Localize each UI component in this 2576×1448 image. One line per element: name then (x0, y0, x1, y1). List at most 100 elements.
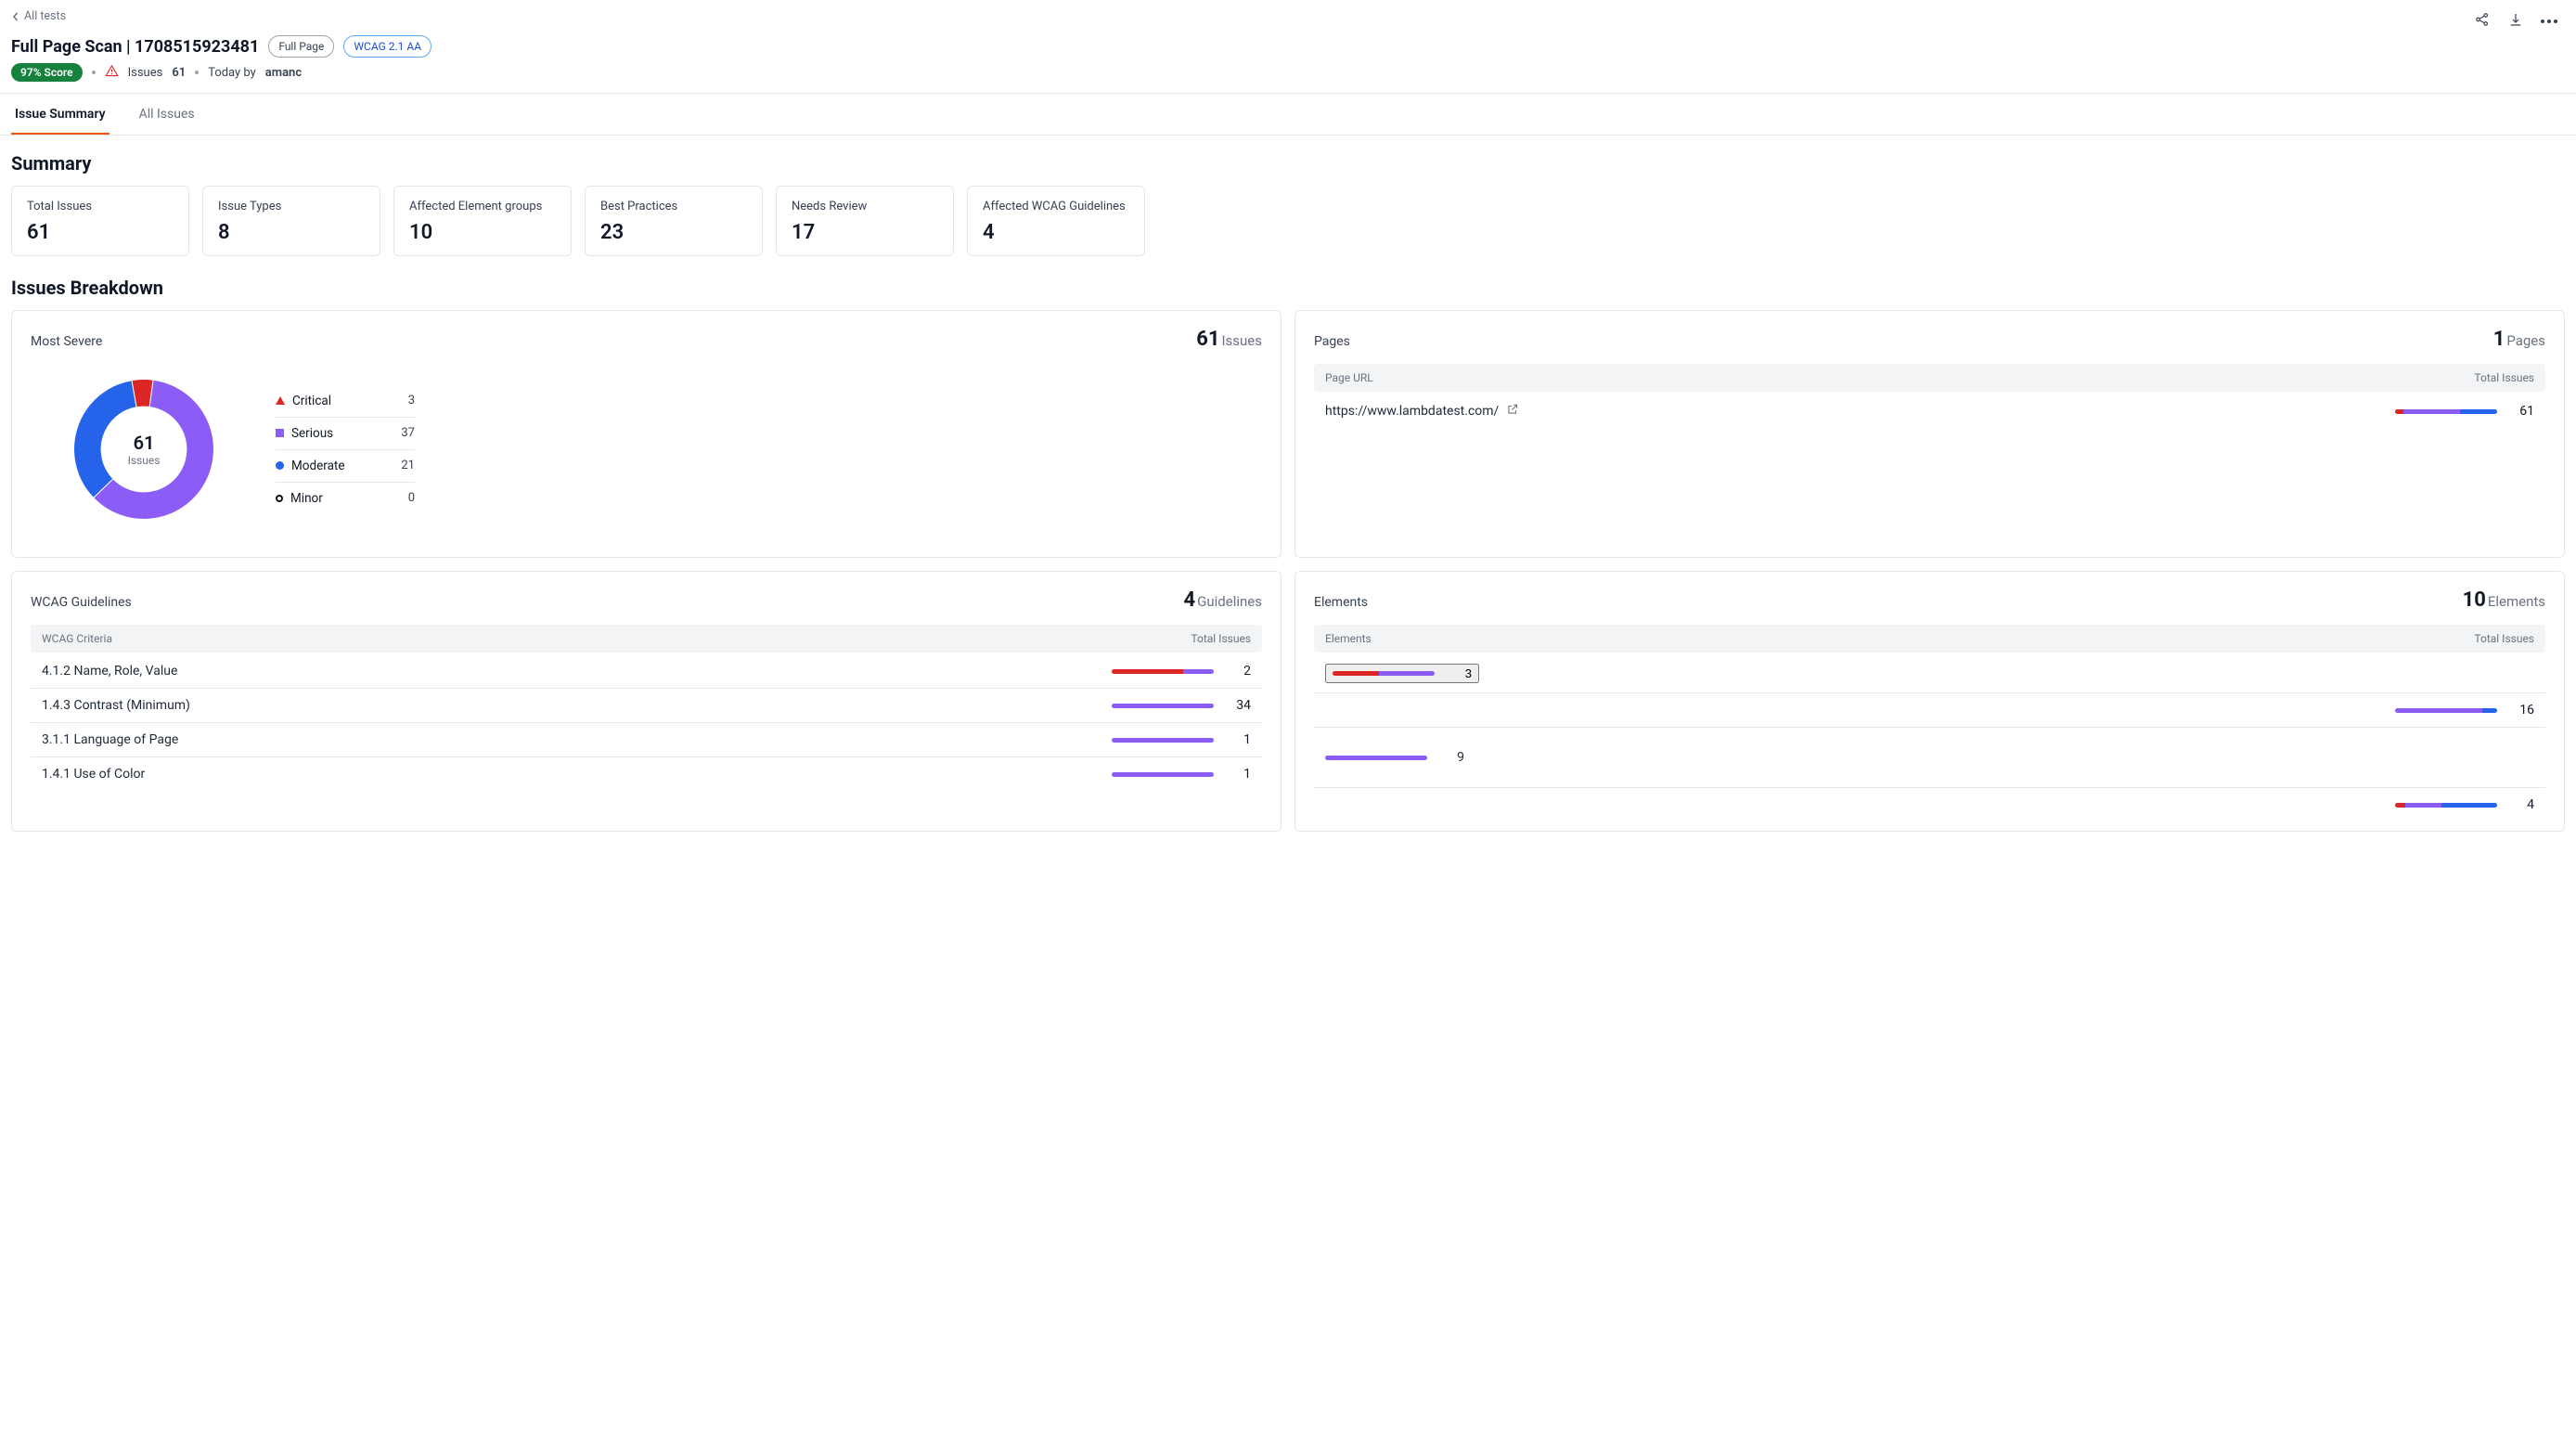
severity-bar (1112, 738, 1214, 743)
stat-label: Best Practices (600, 200, 747, 213)
separator-dot (195, 71, 199, 74)
meta-user: amanc (265, 66, 302, 80)
severity-bar (2395, 803, 2497, 808)
table-row[interactable]: 1.4.3 Contrast (Minimum) 34 (31, 689, 1262, 723)
panel-count: 61Issues (1196, 328, 1262, 351)
severity-legend: Critical 3 Serious 37 Moderate 21 Mino (276, 385, 415, 514)
legend-critical[interactable]: Critical 3 (276, 385, 415, 418)
meta-time-by: Today by (208, 66, 256, 80)
row-total: 2 (1227, 664, 1251, 679)
table-row[interactable]: 9 (1314, 728, 2545, 788)
row-total: 1 (1227, 732, 1251, 747)
element-name: 9 (1325, 737, 1464, 778)
tag-full-page: Full Page (268, 35, 334, 58)
panel-wcag-guidelines: WCAG Guidelines 4Guidelines WCAG Criteri… (11, 571, 1282, 832)
panel-count: 10Elements (2463, 588, 2545, 612)
stat-label: Issue Types (218, 200, 365, 213)
legend-serious[interactable]: Serious 37 (276, 418, 415, 450)
severity-bar (1112, 669, 1214, 674)
table-row[interactable]: 4.1.2 Name, Role, Value 2 (31, 654, 1262, 689)
col-page-url: Page URL (1325, 371, 1373, 384)
table-row[interactable]: 16 (1314, 693, 2545, 728)
wcag-criterion: 3.1.1 Language of Page (42, 732, 178, 747)
col-wcag-criteria: WCAG Criteria (42, 632, 112, 645)
severity-bar (2395, 409, 2497, 414)
legend-moderate[interactable]: Moderate 21 (276, 450, 415, 483)
chevron-left-icon (11, 12, 20, 21)
stat-value: 4 (983, 221, 1129, 244)
severity-bar (1333, 671, 1435, 676)
row-total: 4 (2510, 797, 2534, 812)
stat-label: Needs Review (792, 200, 938, 213)
meta-issues-count: 61 (172, 66, 186, 80)
ring-icon (276, 495, 283, 502)
back-label: All tests (24, 9, 66, 23)
panel-title: Elements (1314, 595, 1368, 610)
panel-pages: Pages 1Pages Page URL Total Issues https… (1294, 310, 2565, 558)
row-total: 1 (1227, 767, 1251, 782)
stat-card: Total Issues 61 (11, 186, 189, 256)
stat-value: 61 (27, 221, 174, 244)
table-row[interactable]: https://www.lambdatest.com/ 61 (1314, 394, 2545, 429)
table-row[interactable]: 3.1.1 Language of Page 1 (31, 723, 1262, 757)
more-menu-icon[interactable] (2541, 19, 2557, 23)
stat-card: Issue Types 8 (202, 186, 380, 256)
separator-dot (92, 71, 96, 74)
stat-value: 10 (409, 221, 556, 244)
row-total: 34 (1227, 698, 1251, 713)
panel-count: 4Guidelines (1184, 588, 1262, 612)
severity-bar (1112, 704, 1214, 708)
section-breakdown-title: Issues Breakdown (11, 277, 2565, 299)
donut-center-value: 61 (134, 432, 155, 454)
col-total-issues: Total Issues (2474, 371, 2534, 384)
table-row[interactable]: 3 (1314, 654, 2545, 693)
download-icon[interactable] (2507, 11, 2524, 32)
row-total: 3 (1448, 666, 1472, 680)
stat-card: Affected WCAG Guidelines 4 (967, 186, 1145, 256)
page-title: Full Page Scan | 1708515923481 (11, 37, 259, 57)
tab-issue-summary[interactable]: Issue Summary (11, 94, 109, 135)
stat-value: 23 (600, 221, 747, 244)
stat-label: Affected WCAG Guidelines (983, 200, 1129, 213)
panel-title: Most Severe (31, 334, 102, 349)
wcag-criterion: 4.1.2 Name, Role, Value (42, 664, 177, 679)
stat-card: Best Practices 23 (585, 186, 763, 256)
table-row[interactable]: 4 (1314, 788, 2545, 821)
stat-card: Needs Review 17 (776, 186, 954, 256)
panel-title: WCAG Guidelines (31, 595, 132, 610)
summary-cards-row: Total Issues 61Issue Types 8Affected Ele… (11, 186, 2565, 256)
warning-icon (105, 64, 119, 82)
severity-bar (1325, 756, 1427, 760)
legend-minor[interactable]: Minor 0 (276, 483, 415, 514)
triangle-icon (276, 396, 285, 405)
tag-wcag-level: WCAG 2.1 AA (343, 35, 431, 58)
tabs: Issue Summary All Issues (0, 94, 2576, 136)
wcag-criterion: 1.4.1 Use of Color (42, 767, 145, 782)
score-badge: 97% Score (11, 63, 83, 82)
stat-label: Total Issues (27, 200, 174, 213)
circle-icon (276, 461, 284, 470)
stat-label: Affected Element groups (409, 200, 556, 213)
panel-title: Pages (1314, 334, 1350, 349)
page-url: https://www.lambdatest.com/ (1325, 404, 1499, 419)
wcag-criterion: 1.4.3 Contrast (Minimum) (42, 698, 190, 713)
row-total: 16 (2510, 703, 2534, 718)
stat-value: 17 (792, 221, 938, 244)
panel-count: 1Pages (2493, 328, 2545, 351)
section-summary-title: Summary (11, 152, 2565, 175)
col-elements: Elements (1325, 632, 1372, 645)
external-link-icon[interactable] (1506, 403, 1519, 420)
table-row[interactable]: 1.4.1 Use of Color 1 (31, 757, 1262, 791)
severity-donut-chart: 61 Issues (68, 373, 220, 525)
stat-value: 8 (218, 221, 365, 244)
stat-card: Affected Element groups 10 (393, 186, 572, 256)
panel-elements: Elements 10Elements Elements Total Issue… (1294, 571, 2565, 832)
share-icon[interactable] (2474, 11, 2491, 32)
donut-center-label: Issues (128, 454, 161, 467)
severity-bar (1112, 772, 1214, 777)
tab-all-issues[interactable]: All Issues (135, 94, 199, 135)
panel-most-severe: Most Severe 61Issues 61 Issues (11, 310, 1282, 558)
square-icon (276, 429, 284, 437)
severity-bar (2395, 708, 2497, 713)
back-all-tests[interactable]: All tests (11, 9, 66, 23)
